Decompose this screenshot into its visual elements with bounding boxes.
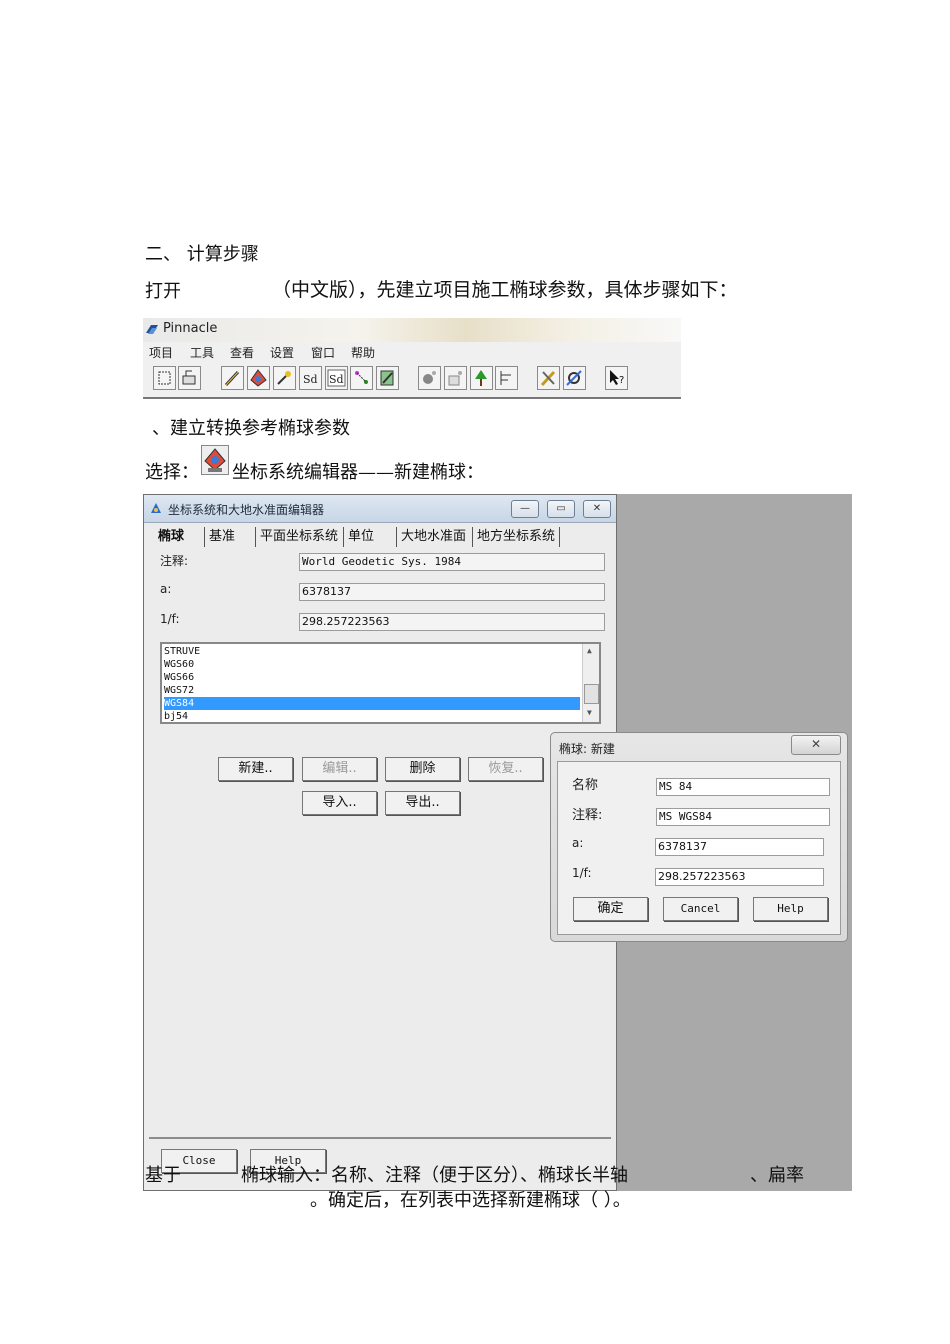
dialog-flattening-label: 1/f: — [572, 866, 592, 880]
tab-unit[interactable]: 单位 — [343, 527, 374, 547]
name-label: 名称 — [572, 778, 599, 793]
help-pointer-icon[interactable]: ? — [605, 366, 628, 390]
svg-text:?: ? — [619, 375, 624, 386]
restore-button[interactable]: 恢复.. — [468, 757, 543, 781]
list-item[interactable]: bj54 — [164, 710, 580, 723]
survey-icon[interactable] — [273, 366, 296, 390]
svg-text:Sd: Sd — [303, 373, 318, 386]
sd-icon[interactable]: Sd — [299, 366, 322, 390]
cancel-button[interactable]: Cancel — [663, 897, 738, 921]
close-window-button[interactable]: ✕ — [583, 500, 611, 518]
import-button[interactable]: 导入.. — [302, 791, 377, 815]
tools-icon[interactable] — [537, 366, 560, 390]
tab-local-coordinate-system[interactable]: 地方坐标系统 — [472, 527, 561, 547]
dialog-a-label: a: — [572, 836, 584, 850]
new-project-icon[interactable] — [153, 366, 176, 390]
open-project-icon[interactable] — [178, 366, 201, 390]
coordinate-editor-icon — [201, 445, 229, 475]
points-icon[interactable] — [350, 366, 373, 390]
tab-plane-coordinate-system[interactable]: 平面坐标系统 — [255, 527, 338, 547]
scroll-down-icon[interactable]: ▼ — [587, 708, 592, 717]
settings-tools-icon[interactable] — [563, 366, 586, 390]
list-item[interactable]: WGS66 — [164, 671, 580, 684]
bottom-line-1b: 椭球输入：名称、注释（便于区分）、椭球长半轴 — [241, 1165, 628, 1186]
menu-item-view[interactable]: 查看 — [230, 344, 254, 361]
menu-item-settings[interactable]: 设置 — [270, 344, 294, 361]
dialog-comment-label: 注释: — [572, 808, 603, 823]
editor-title: 坐标系统和大地水准面编辑器 — [168, 503, 325, 517]
dialog-semi-major-axis-field[interactable]: 6378137 — [655, 838, 824, 856]
ok-button[interactable]: 确定 — [573, 897, 648, 921]
tab-ellipsoid[interactable]: 椭球 — [154, 527, 184, 547]
pencil-icon[interactable] — [221, 366, 244, 390]
list-item[interactable]: WGS60 — [164, 658, 580, 671]
pinnacle-logo-icon — [146, 325, 158, 334]
edit-document-icon[interactable] — [376, 366, 399, 390]
tab-datum[interactable]: 基准 — [204, 527, 235, 547]
receiver-icon[interactable] — [444, 366, 467, 390]
flattening-field[interactable]: 298.257223563 — [299, 613, 605, 631]
dialog-flattening-field[interactable]: 298.257223563 — [655, 868, 824, 886]
scroll-thumb[interactable] — [584, 684, 599, 704]
list-item[interactable]: STRUVE — [164, 645, 580, 658]
bottom-line-1a: 基于 — [145, 1165, 181, 1186]
bottom-line-1c: 、扁率 — [750, 1165, 804, 1186]
comment-label: 注释: — [160, 554, 189, 568]
bottom-divider — [149, 1137, 611, 1139]
open-line-prefix: 打开 — [145, 281, 181, 302]
ellipsoid-list[interactable]: STRUVE WGS60 WGS66 WGS72 WGS84 bj54 ▲ ▼ — [160, 642, 601, 724]
dialog-title: 椭球: 新建 — [559, 742, 615, 756]
pinnacle-menu-bar: 项目 工具 查看 设置 窗口 帮助 — [143, 342, 681, 362]
editor-tabs: 椭球 基准 平面坐标系统 单位 大地水准面 地方坐标系统 — [154, 527, 609, 549]
edit-ellipsoid-button[interactable]: 编辑.. — [302, 757, 377, 781]
menu-item-window[interactable]: 窗口 — [311, 344, 335, 361]
svg-text:Sd: Sd — [329, 373, 344, 386]
tree-icon[interactable] — [470, 366, 493, 390]
semi-major-axis-field[interactable]: 6378137 — [299, 583, 605, 601]
editor-title-bar: 坐标系统和大地水准面编辑器 — ▭ ✕ — [144, 495, 616, 523]
app-icon — [151, 503, 161, 513]
sub-heading: 、建立转换参考椭球参数 — [152, 418, 350, 439]
step-heading: 二、 计算步骤 — [145, 244, 259, 265]
maximize-button[interactable]: ▭ — [547, 500, 575, 518]
bottom-line-2: 。确定后，在列表中选择新建椭球（ ）。 — [310, 1190, 631, 1211]
name-field[interactable]: MS 84 — [656, 778, 830, 796]
open-line-rest: （中文版），先建立项目施工椭球参数，具体步骤如下： — [272, 279, 738, 301]
new-ellipsoid-button[interactable]: 新建.. — [218, 757, 293, 781]
minimize-button[interactable]: — — [511, 500, 539, 518]
satellite-icon[interactable] — [418, 366, 441, 390]
new-ellipsoid-dialog: 椭球: 新建 ✕ 名称 MS 84 注释: MS WGS84 a: 637813… — [550, 732, 848, 942]
dialog-close-button[interactable]: ✕ — [791, 735, 841, 755]
export-button[interactable]: 导出.. — [385, 791, 460, 815]
dialog-help-button[interactable]: Help — [753, 897, 828, 921]
coordinate-system-icon[interactable] — [247, 366, 270, 390]
dialog-body: 名称 MS 84 注释: MS WGS84 a: 6378137 1/f: 29… — [557, 761, 841, 935]
select-prefix: 选择： — [145, 462, 199, 483]
list-item-selected[interactable]: WGS84 — [164, 697, 580, 710]
menu-item-project[interactable]: 项目 — [149, 344, 173, 361]
delete-ellipsoid-button[interactable]: 删除 — [385, 757, 460, 781]
menu-item-help[interactable]: 帮助 — [351, 344, 375, 361]
coordinate-editor-window: 坐标系统和大地水准面编辑器 — ▭ ✕ 椭球 基准 平面坐标系统 单位 大地水准… — [143, 494, 617, 1191]
tab-geoid[interactable]: 大地水准面 — [396, 527, 466, 547]
list-item[interactable]: WGS72 — [164, 684, 580, 697]
structure-icon[interactable] — [495, 366, 518, 390]
list-scrollbar[interactable]: ▲ ▼ — [582, 644, 599, 722]
pinnacle-title-bar: Pinnacle — [143, 318, 681, 342]
a-label: a: — [160, 582, 172, 596]
pinnacle-title: Pinnacle — [163, 321, 218, 336]
comment-field[interactable]: World Geodetic Sys. 1984 — [299, 553, 605, 571]
pinnacle-window: Pinnacle 项目 工具 查看 设置 窗口 帮助 Sd Sd ? — [143, 318, 681, 399]
flattening-label: 1/f: — [160, 612, 180, 626]
select-rest: 坐标系统编辑器——新建椭球： — [232, 462, 484, 483]
scroll-up-icon[interactable]: ▲ — [587, 646, 592, 655]
pinnacle-toolbar: Sd Sd ? — [143, 362, 681, 395]
menu-item-tools[interactable]: 工具 — [190, 344, 214, 361]
dialog-comment-field[interactable]: MS WGS84 — [656, 808, 830, 826]
sd-table-icon[interactable]: Sd — [325, 366, 348, 390]
